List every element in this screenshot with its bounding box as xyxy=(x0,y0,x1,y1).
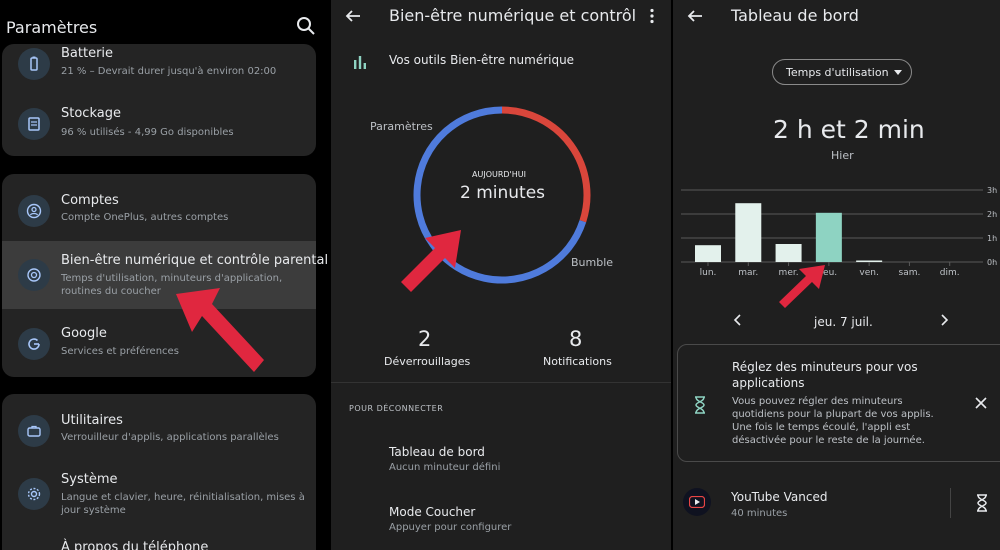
bar-ven[interactable] xyxy=(856,260,883,263)
settings-item-battery[interactable]: Batterie 21 % – Devrait durer jusqu'à en… xyxy=(2,44,316,94)
youtube-vanced-app-icon xyxy=(683,488,711,516)
item-subtitle: Appuyer pour configurer xyxy=(389,522,512,533)
settings-item-subtitle: Compte OnePlus, autres comptes xyxy=(61,212,229,223)
settings-item-title: Système xyxy=(61,472,118,487)
x-tick-label: ven. xyxy=(859,268,878,278)
settings-item-storage[interactable]: Stockage 96 % utilisés - 4,99 Go disponi… xyxy=(2,96,316,154)
donut-value: 2 minutes xyxy=(460,183,546,203)
bar-lun[interactable] xyxy=(695,245,721,262)
tip-title: Réglez des minuteurs pour vos applicatio… xyxy=(732,360,918,390)
notifications-count: 8 xyxy=(569,327,583,351)
x-tick-label: dim. xyxy=(940,268,960,278)
x-tick-label: sam. xyxy=(899,268,921,278)
settings-item-utilities[interactable]: Utilitaires Verrouilleur d'applis, appli… xyxy=(2,400,316,460)
item-subtitle: Aucun minuteur défini xyxy=(389,462,501,473)
more-options-icon[interactable] xyxy=(649,8,655,24)
hourglass-icon[interactable] xyxy=(976,494,988,512)
settings-item-subtitle: Verrouilleur d'applis, applications para… xyxy=(61,432,279,443)
battery-icon xyxy=(18,48,50,80)
app-usage: 40 minutes xyxy=(731,508,788,519)
settings-item-title: Batterie xyxy=(61,46,114,61)
bar-jeu[interactable] xyxy=(815,212,842,262)
y-tick-label: 2h xyxy=(987,210,997,219)
settings-item-title: Bien-être numérique et contrôle parental xyxy=(61,253,329,268)
metric-dropdown[interactable]: Temps d'utilisation xyxy=(772,59,912,85)
settings-item-accounts[interactable]: Comptes Compte OnePlus, autres comptes xyxy=(2,180,316,238)
section-heading: POUR DÉCONNECTER xyxy=(349,404,444,413)
settings-item-title: Utilitaires xyxy=(61,413,123,428)
search-icon[interactable] xyxy=(296,16,316,36)
annotation-arrow xyxy=(401,230,461,292)
google-icon xyxy=(18,328,50,360)
settings-item-system[interactable]: Système Langue et clavier, heure, réinit… xyxy=(2,462,316,530)
selected-date: jeu. 7 juil. xyxy=(814,315,873,329)
donut-segment-parametres xyxy=(501,106,591,223)
page-title: Tableau de bord xyxy=(731,6,859,25)
donut-label-parametres: Paramètres xyxy=(370,120,433,133)
divider xyxy=(950,488,951,518)
y-tick-label: 3h xyxy=(987,186,997,195)
gear-icon xyxy=(18,478,50,510)
settings-item-subtitle: 96 % utilisés - 4,99 Go disponibles xyxy=(61,127,234,138)
tip-body: Vous pouvez régler des minuteurs quotidi… xyxy=(732,396,934,446)
account-icon xyxy=(18,195,50,227)
caret-down-icon xyxy=(894,70,902,75)
annotation-arrow xyxy=(779,265,825,308)
settings-card-device: Batterie 21 % – Devrait durer jusqu'à en… xyxy=(2,44,316,156)
hourglass-icon xyxy=(695,396,705,414)
total-usage: 2 h et 2 min xyxy=(773,115,925,144)
settings-item-about[interactable]: À propos du téléphone xyxy=(2,534,316,550)
settings-item-title: Comptes xyxy=(61,193,119,208)
timer-tip-card: Réglez des minuteurs pour vos applicatio… xyxy=(677,344,1000,462)
settings-item-subtitle: Langue et clavier, heure, réinitialisati… xyxy=(61,492,305,516)
page-title: Paramètres xyxy=(6,18,98,37)
unlocks-label: Déverrouillages xyxy=(384,355,471,368)
back-arrow-icon[interactable] xyxy=(345,8,361,24)
briefcase-icon xyxy=(18,415,50,447)
weekly-usage-chart[interactable]: 0h1h2h3hlun. mar. mer. jeu. ven. sam. dim. xyxy=(673,178,1000,288)
notifications-label: Notifications xyxy=(543,355,612,368)
settings-card-system: Utilitaires Verrouilleur d'applis, appli… xyxy=(2,394,316,550)
settings-item-subtitle: 21 % – Devrait durer jusqu'à environ 02:… xyxy=(61,66,277,77)
bar-mer[interactable] xyxy=(775,244,802,262)
donut-today-label: AUJOURD'HUI xyxy=(472,170,526,179)
x-tick-label: mar. xyxy=(738,268,758,278)
donut-label-bumble: Bumble xyxy=(571,256,614,269)
back-arrow-icon[interactable] xyxy=(687,8,703,24)
settings-item-title: Google xyxy=(61,326,107,341)
wellbeing-panel: Bien-être numérique et contrôle parental… xyxy=(331,0,671,550)
tools-heading[interactable]: Vos outils Bien-être numérique xyxy=(389,53,574,67)
item-title: Tableau de bord xyxy=(389,445,485,459)
dropdown-selected-value: Temps d'utilisation xyxy=(786,66,889,79)
wellbeing-icon xyxy=(18,259,50,291)
bar-mar[interactable] xyxy=(735,203,762,262)
usage-period: Hier xyxy=(831,149,854,162)
chevron-right-icon[interactable] xyxy=(939,314,949,326)
settings-item-title: À propos du téléphone xyxy=(61,540,209,550)
dashboard-panel: Tableau de bord Temps d'utilisation 2 h … xyxy=(673,0,1000,550)
bar-chart-icon xyxy=(354,56,366,69)
app-name: YouTube Vanced xyxy=(731,490,828,504)
divider xyxy=(331,382,671,383)
settings-item-title: Stockage xyxy=(61,106,121,121)
x-tick-label: lun. xyxy=(700,268,717,278)
chevron-left-icon[interactable] xyxy=(733,314,743,326)
annotation-arrow xyxy=(176,288,264,372)
unlocks-count: 2 xyxy=(418,327,432,351)
close-icon[interactable] xyxy=(975,397,987,409)
y-tick-label: 1h xyxy=(987,234,997,243)
settings-panel: Paramètres Batterie 21 % – Devrait durer… xyxy=(0,0,329,550)
item-title: Mode Coucher xyxy=(389,505,476,519)
y-tick-label: 0h xyxy=(987,258,997,267)
page-title: Bien-être numérique et contrôle parental xyxy=(389,6,635,25)
storage-icon xyxy=(18,108,50,140)
